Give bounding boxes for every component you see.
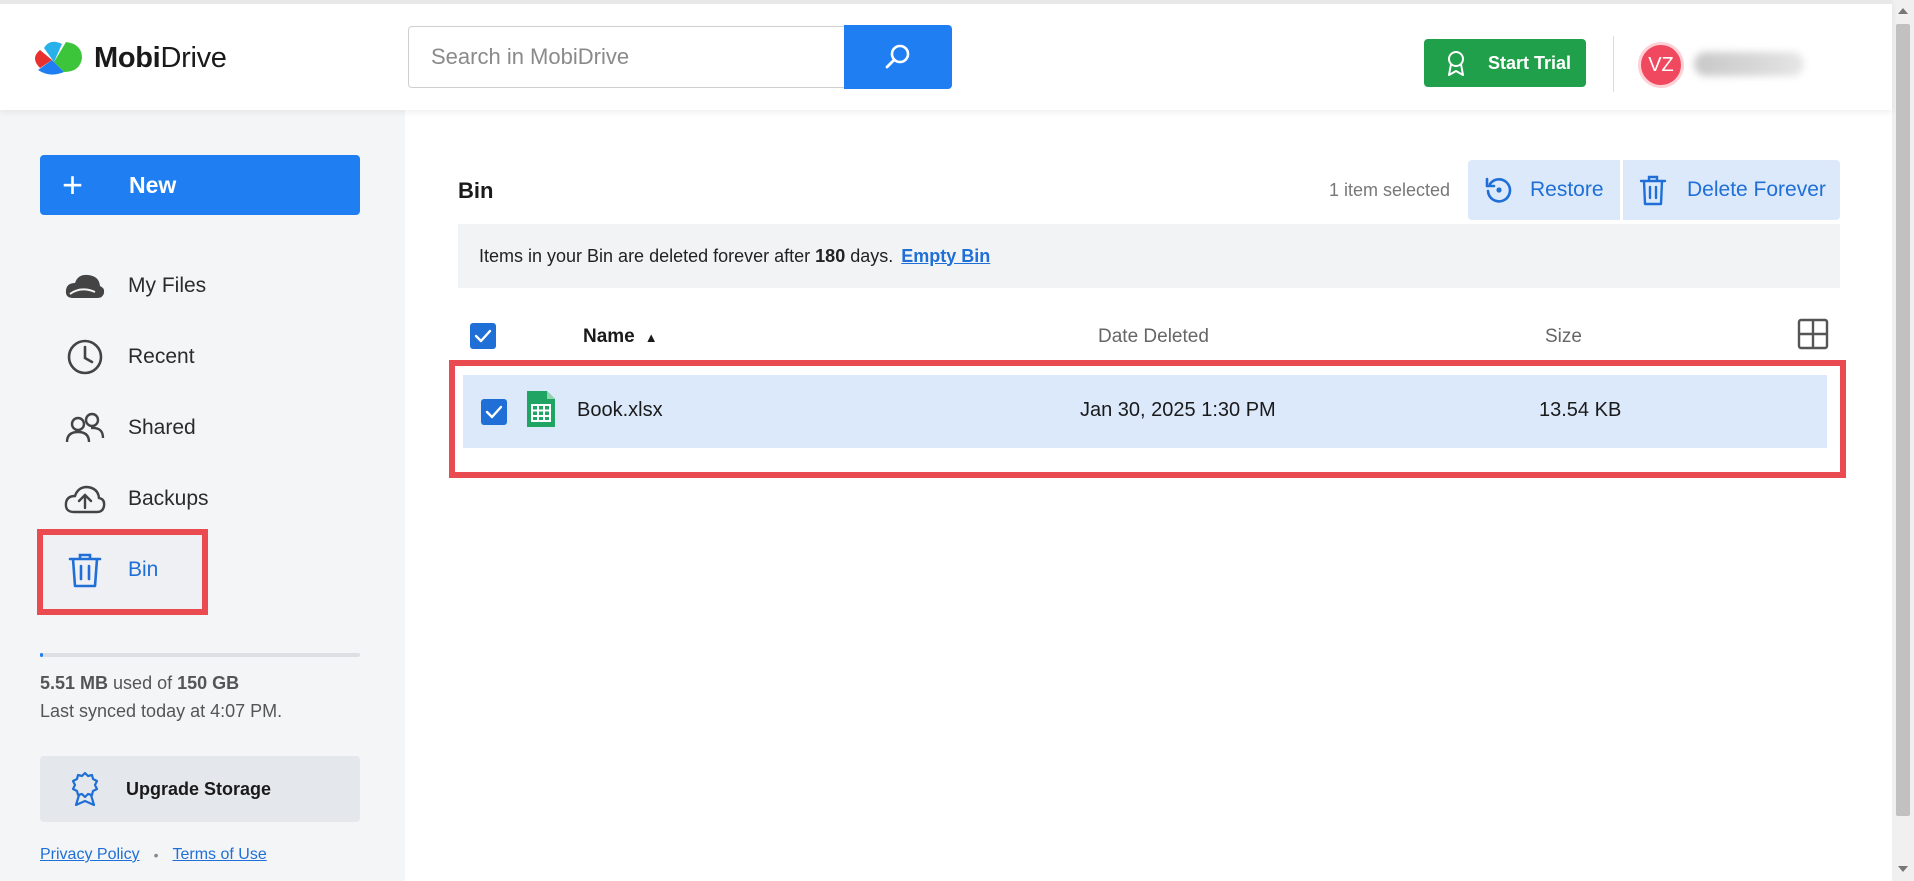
search-bar bbox=[408, 25, 952, 89]
table-header: Name ▲ Date Deleted Size bbox=[458, 306, 1840, 366]
start-trial-button[interactable]: Start Trial bbox=[1424, 39, 1586, 87]
restore-button[interactable]: Restore bbox=[1468, 160, 1620, 220]
sidebar-item-label: Recent bbox=[128, 345, 195, 368]
row-checkbox[interactable] bbox=[481, 399, 507, 425]
storage-usage-text: 5.51 MB used of 150 GB bbox=[40, 673, 240, 693]
users-icon bbox=[62, 412, 108, 444]
restore-label: Restore bbox=[1530, 178, 1604, 201]
terms-of-use-link[interactable]: Terms of Use bbox=[172, 846, 266, 864]
spreadsheet-icon bbox=[525, 389, 557, 434]
sidebar: + New My Files Recent Shared Backups Bin… bbox=[0, 110, 405, 881]
new-button-label: New bbox=[129, 171, 177, 198]
grid-view-toggle[interactable] bbox=[1797, 318, 1829, 355]
cloud-icon bbox=[62, 272, 108, 300]
search-icon bbox=[885, 44, 910, 69]
sidebar-item-label: Shared bbox=[128, 416, 196, 439]
sort-ascending-icon: ▲ bbox=[644, 329, 658, 345]
scroll-up-arrow-icon[interactable] bbox=[1898, 8, 1908, 14]
retention-days: 180 bbox=[815, 245, 846, 266]
footer-links: Privacy Policy • Terms of Use bbox=[40, 846, 267, 864]
app-header: MobiDrive Start Trial VZ bbox=[0, 0, 1892, 110]
column-header-date-deleted[interactable]: Date Deleted bbox=[1098, 326, 1209, 348]
scrollbar-thumb[interactable] bbox=[1896, 24, 1910, 816]
check-icon bbox=[485, 405, 503, 419]
sidebar-item-bin[interactable]: Bin bbox=[62, 545, 362, 595]
column-header-name[interactable]: Name ▲ bbox=[583, 326, 658, 348]
file-name: Book.xlsx bbox=[577, 399, 663, 421]
header-divider bbox=[1613, 36, 1614, 92]
logo-text: MobiDrive bbox=[94, 41, 227, 74]
check-icon bbox=[474, 329, 492, 343]
cloud-upload-icon bbox=[62, 484, 108, 514]
file-date-deleted: Jan 30, 2025 1:30 PM bbox=[1080, 399, 1276, 421]
file-size: 13.54 KB bbox=[1539, 399, 1622, 421]
sidebar-item-label: Backups bbox=[128, 487, 209, 510]
storage-bar-fill bbox=[40, 653, 43, 657]
plus-icon: + bbox=[62, 164, 84, 205]
last-synced-text: Last synced today at 4:07 PM. bbox=[40, 701, 283, 721]
award-icon bbox=[1448, 51, 1464, 76]
logo[interactable]: MobiDrive bbox=[30, 38, 227, 78]
new-button[interactable]: + New bbox=[40, 155, 360, 215]
bin-info-banner: Items in your Bin are deleted forever af… bbox=[458, 224, 1840, 288]
search-button[interactable] bbox=[844, 25, 952, 89]
avatar[interactable]: VZ bbox=[1638, 42, 1684, 88]
start-trial-label: Start Trial bbox=[1488, 52, 1572, 73]
delete-forever-label: Delete Forever bbox=[1687, 178, 1826, 201]
sidebar-item-my-files[interactable]: My Files bbox=[62, 261, 362, 311]
grid-view-icon bbox=[1797, 318, 1829, 350]
clock-icon bbox=[62, 338, 108, 376]
column-header-size[interactable]: Size bbox=[1545, 326, 1582, 348]
sidebar-item-shared[interactable]: Shared bbox=[62, 403, 362, 453]
trash-icon bbox=[1639, 175, 1667, 206]
search-input[interactable] bbox=[408, 26, 844, 88]
sidebar-item-label: My Files bbox=[128, 274, 207, 297]
scroll-down-arrow-icon[interactable] bbox=[1898, 866, 1908, 872]
main-content: Bin 1 item selected Restore Delete Forev… bbox=[405, 110, 1892, 881]
delete-forever-button[interactable]: Delete Forever bbox=[1623, 160, 1840, 220]
upgrade-storage-button[interactable]: Upgrade Storage bbox=[40, 756, 360, 822]
table-row[interactable]: Book.xlsx Jan 30, 2025 1:30 PM 13.54 KB bbox=[463, 375, 1827, 448]
award-icon bbox=[71, 771, 99, 807]
privacy-policy-link[interactable]: Privacy Policy bbox=[40, 846, 140, 864]
link-separator: • bbox=[153, 847, 159, 863]
mobidrive-logo-icon bbox=[35, 41, 82, 75]
blurred-username[interactable] bbox=[1694, 52, 1804, 76]
trash-icon bbox=[62, 551, 108, 589]
sidebar-item-backups[interactable]: Backups bbox=[62, 474, 362, 524]
page-scrollbar[interactable] bbox=[1892, 0, 1914, 881]
page-title: Bin bbox=[458, 178, 494, 203]
empty-bin-link[interactable]: Empty Bin bbox=[901, 246, 990, 267]
storage-bar bbox=[40, 653, 360, 657]
restore-icon bbox=[1485, 177, 1512, 203]
select-all-checkbox[interactable] bbox=[470, 323, 496, 349]
upgrade-storage-label: Upgrade Storage bbox=[126, 778, 272, 799]
sidebar-item-label: Bin bbox=[128, 558, 159, 581]
sidebar-item-recent[interactable]: Recent bbox=[62, 332, 362, 382]
selection-count: 1 item selected bbox=[1329, 180, 1451, 200]
